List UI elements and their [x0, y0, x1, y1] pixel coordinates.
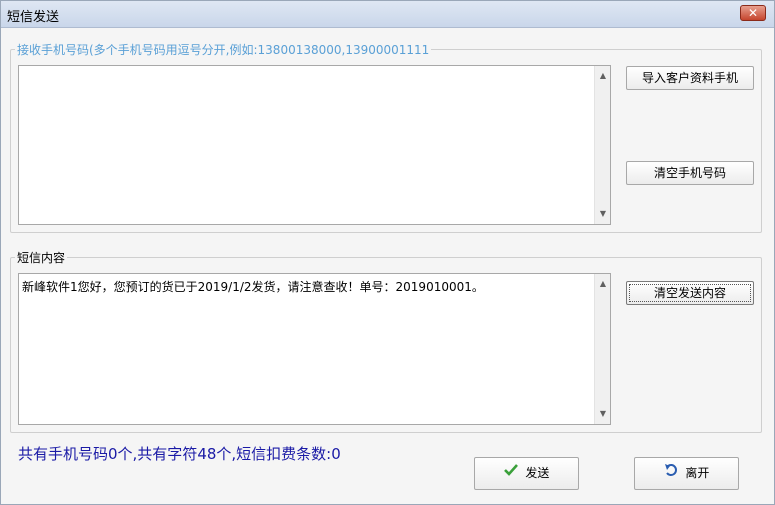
- checkmark-icon: [503, 458, 518, 489]
- close-button[interactable]: ✕: [740, 5, 766, 21]
- recipients-group-label: 接收手机号码(多个手机号码用逗号分开,例如:13800138000,139000…: [15, 41, 432, 58]
- import-customer-phones-label: 导入客户资料手机: [641, 71, 738, 85]
- window-title: 短信发送: [7, 10, 60, 25]
- focus-ring: [629, 284, 751, 302]
- scroll-up-arrow-icon[interactable]: ▲: [595, 68, 610, 84]
- undo-arrow-icon: [664, 458, 678, 489]
- import-customer-phones-button[interactable]: 导入客户资料手机: [626, 66, 754, 90]
- recipients-scrollbar[interactable]: ▲ ▼: [594, 66, 610, 224]
- send-button[interactable]: 发送: [474, 457, 579, 490]
- clear-phone-numbers-label: 清空手机号码: [653, 166, 726, 180]
- clear-message-button[interactable]: 清空发送内容: [626, 281, 754, 305]
- message-group-label: 短信内容: [15, 249, 68, 266]
- message-scrollbar[interactable]: ▲ ▼: [594, 274, 610, 424]
- message-textarea[interactable]: 新峰软件1您好，您预订的货已于2019/1/2发货，请注意查收！单号：20190…: [18, 273, 611, 425]
- scroll-down-arrow-icon[interactable]: ▼: [595, 406, 610, 422]
- close-icon: ✕: [747, 6, 759, 20]
- sms-send-dialog: 短信发送 ✕ 接收手机号码(多个手机号码用逗号分开,例如:13800138000…: [0, 0, 775, 505]
- send-label: 发送: [525, 466, 550, 480]
- status-summary: 共有手机号码0个,共有字符48个,短信扣费条数:0: [18, 445, 341, 463]
- recipients-textarea[interactable]: ▲ ▼: [18, 65, 611, 225]
- title-bar[interactable]: 短信发送 ✕: [1, 1, 774, 28]
- leave-label: 离开: [685, 466, 710, 480]
- leave-button[interactable]: 离开: [634, 457, 739, 490]
- clear-phone-numbers-button[interactable]: 清空手机号码: [626, 161, 754, 185]
- message-value: 新峰软件1您好，您预订的货已于2019/1/2发货，请注意查收！单号：20190…: [22, 280, 484, 294]
- scroll-up-arrow-icon[interactable]: ▲: [595, 276, 610, 292]
- scroll-down-arrow-icon[interactable]: ▼: [595, 206, 610, 222]
